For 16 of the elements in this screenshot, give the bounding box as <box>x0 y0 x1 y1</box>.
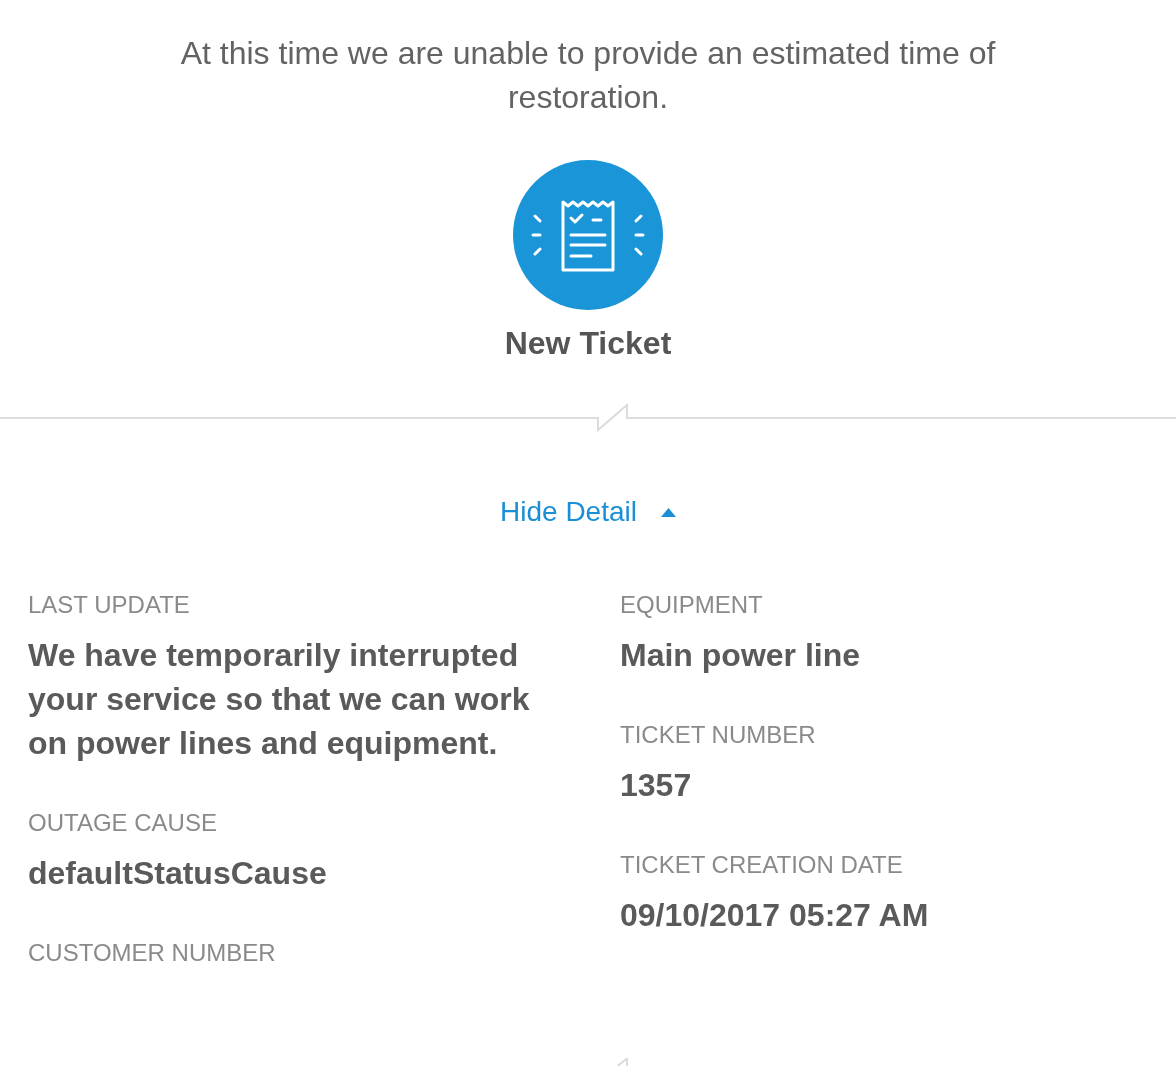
field-label: CUSTOMER NUMBER <box>28 940 277 966</box>
field-value: defaultStatusCause <box>28 854 328 893</box>
field-value: 09/10/2017 05:27 AM <box>620 896 930 935</box>
field-value: We have temporarily interrupted your service so that we can work on power lines and equipment. <box>28 636 531 763</box>
divider-line <box>617 1058 628 1066</box>
field-label: EQUIPMENT <box>620 592 764 618</box>
field-value: 1357 <box>620 766 693 805</box>
receipt-icon <box>513 160 663 310</box>
detail-toggle[interactable]: Hide Detail <box>500 495 676 529</box>
field-value: Main power line <box>620 636 862 675</box>
field-label: LAST UPDATE <box>28 592 191 618</box>
field-label: TICKET CREATION DATE <box>620 852 904 878</box>
field-label: TICKET NUMBER <box>620 722 817 748</box>
status-label: New Ticket <box>504 325 672 361</box>
message-text: At this time we are unable to provide an estimated time of restoration. <box>179 34 997 117</box>
field-label: OUTAGE CAUSE <box>28 810 218 836</box>
